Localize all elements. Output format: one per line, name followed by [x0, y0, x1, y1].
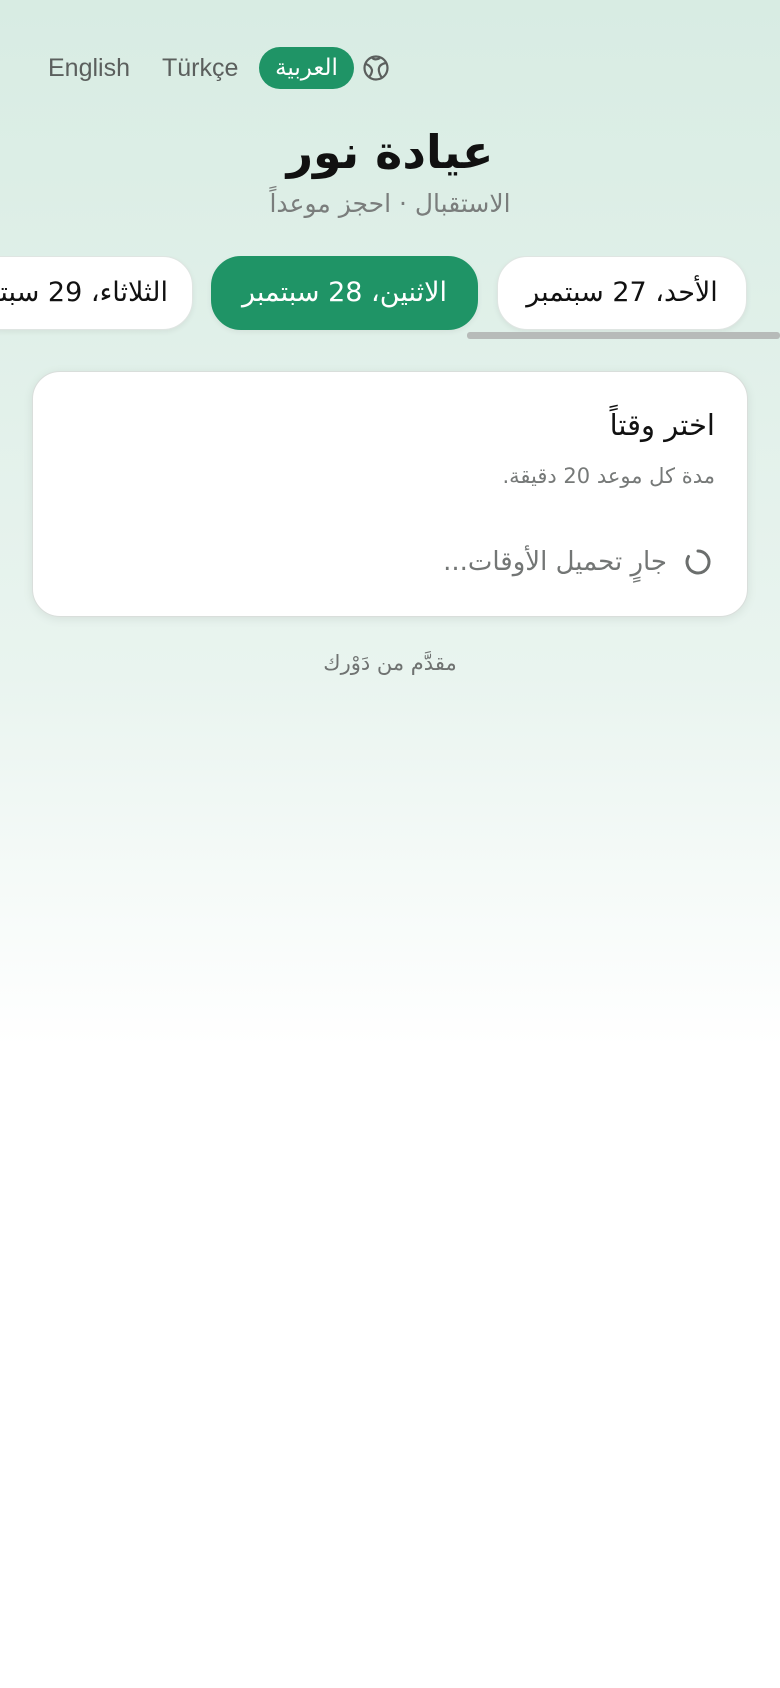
globe-icon[interactable] — [362, 54, 390, 82]
date-option-mon-28[interactable]: الاثنين، 28 سبتمبر — [211, 256, 478, 330]
loading-text: جارٍ تحميل الأوقات... — [443, 547, 667, 577]
appointment-duration: مدة كل موعد 20 دقيقة. — [502, 464, 715, 488]
date-option-sun-27[interactable]: الأحد، 27 سبتمبر — [497, 256, 747, 330]
language-option-english[interactable]: English — [48, 47, 130, 89]
date-selector[interactable]: الأحد، 27 سبتمبر الاثنين، 28 سبتمبر الثل… — [0, 256, 780, 336]
language-option-arabic[interactable]: العربية — [259, 47, 354, 89]
date-option-tue-29[interactable]: الثلاثاء، 29 سبتمبر — [0, 256, 193, 330]
language-option-turkish[interactable]: Türkçe — [162, 47, 238, 89]
page-subtitle: الاستقبال · احجز موعداً — [269, 189, 511, 218]
date-scrollbar[interactable] — [467, 332, 780, 339]
spinner-icon — [683, 547, 713, 577]
page-title: عيادة نور — [286, 125, 494, 179]
card-title: اختر وقتاً — [609, 408, 715, 442]
time-slot-card: اختر وقتاً مدة كل موعد 20 دقيقة. جارٍ تح… — [32, 371, 748, 617]
loading-indicator: جارٍ تحميل الأوقات... — [443, 544, 713, 580]
powered-by-footer: مقدَّم من دَوْرك — [323, 651, 457, 675]
